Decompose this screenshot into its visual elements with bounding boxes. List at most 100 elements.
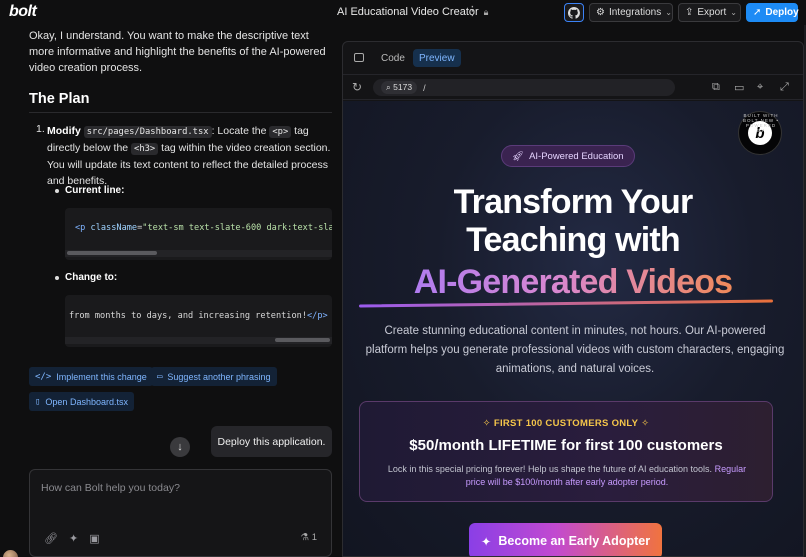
current-code-line: <p className="text-sm text-slate-600 dar… (75, 223, 332, 233)
education-pill: 🚀︎ AI-Powered Education (501, 145, 635, 167)
p-tag-code: <p> (269, 126, 292, 138)
device-toggle-icon[interactable]: ▭ (734, 81, 744, 94)
open-file-button[interactable]: ▯ Open Dashboard.tsx (29, 392, 134, 411)
rocket-icon: ➚ (753, 7, 762, 18)
fullscreen-icon[interactable]: ⤢ (780, 81, 789, 94)
attach-icon[interactable]: 🔗︎ (44, 532, 58, 545)
open-new-tab-icon[interactable]: ⧉ (712, 81, 720, 94)
open-file-label: Open Dashboard.tsx (45, 396, 128, 407)
top-bar: bolt AI Educational Video Creator 🔒︎ ⋮ ⚙… (0, 0, 806, 25)
bolt-badge-ring-text: BUILT WITH BOLT NEW • POWERED BY (743, 113, 779, 133)
integrations-button[interactable]: ⚙︎ Integrations ⌄ (589, 3, 673, 22)
more-options-icon[interactable]: ⋮ (466, 3, 479, 19)
reload-icon[interactable]: ↻ (352, 80, 362, 94)
implement-change-button[interactable]: </> Implement this change (29, 367, 153, 386)
bolt-badge[interactable]: b BUILT WITH BOLT NEW • POWERED BY (738, 111, 782, 155)
current-code-block: <p className="text-sm text-slate-600 dar… (65, 208, 332, 260)
h3-tag-code: <h3> (131, 143, 159, 155)
token-count: ⚗︎ 1 (301, 532, 317, 543)
current-line-bullet: Current line: (55, 185, 124, 196)
token-count-value: 1 (311, 532, 317, 543)
integrations-icon: ⚙︎ (596, 7, 605, 18)
offer-description: Lock in this special pricing forever! He… (378, 463, 756, 489)
offer-card: ✧ FIRST 100 CUSTOMERS ONLY ✧ $50/month L… (359, 401, 773, 502)
export-icon: ⇪ (685, 7, 694, 18)
inspect-icon[interactable]: ⌖ (757, 81, 763, 94)
sparkle-icon: ✦ (480, 534, 492, 549)
preview-site: b BUILT WITH BOLT NEW • POWERED BY 🚀︎ AI… (343, 101, 803, 556)
preview-panel: Code Preview ↻ ⌕ 5173 / ⧉ ▭ ⌖ ⤢ b BUILT … (342, 41, 804, 557)
plan-step: Modify src/pages/Dashboard.tsx: Locate t… (47, 123, 337, 189)
code-scrollbar[interactable] (67, 251, 157, 255)
chat-icon: ▭ (157, 371, 163, 382)
change-to-label: Change to: (65, 272, 118, 283)
code-scrollbar[interactable] (275, 338, 330, 342)
assistant-intro-text: Okay, I understand. You want to make the… (29, 30, 326, 74)
offer-kicker: ✧ FIRST 100 CUSTOMERS ONLY ✧ (360, 418, 772, 429)
prompt-input[interactable]: How can Bolt help you today? 🔗︎ ✦ ▣ ⚗︎ 1 (29, 469, 332, 557)
github-icon (568, 6, 580, 19)
divider (29, 112, 332, 113)
github-button[interactable] (564, 3, 584, 22)
plan-heading: The Plan (29, 91, 90, 107)
change-code-close: </p> (307, 311, 328, 321)
preview-url-bar: ↻ ⌕ 5173 / ⧉ ▭ ⌖ ⤢ (343, 74, 803, 100)
export-label: Export (697, 7, 727, 18)
arrow-down-icon: ↓ (177, 441, 183, 453)
input-toolbar: 🔗︎ ✦ ▣ (44, 532, 100, 545)
code-value: "text-sm text-slate-600 dark:text-slat (142, 223, 332, 233)
url-path: / (423, 82, 426, 93)
change-code-block: from months to days, and increasing rete… (65, 295, 332, 347)
code-icon: </> (35, 371, 52, 382)
change-code-text: from months to days, and increasing rete… (69, 311, 307, 321)
file-icon: ▯ (35, 396, 41, 407)
chat-panel: Okay, I understand. You want to make the… (0, 25, 342, 557)
deploy-label: Deploy (765, 7, 799, 18)
code-attr: className (90, 223, 138, 233)
chevron-down-icon: ⌄ (730, 8, 737, 17)
preview-tabs: Code Preview (343, 42, 803, 74)
offer-desc-main: Lock in this special pricing forever! He… (387, 464, 713, 474)
tab-preview[interactable]: Preview (413, 49, 461, 67)
chevron-down-icon: ⌄ (665, 8, 672, 17)
change-to-bullet: Change to: (55, 272, 117, 283)
hero-heading: Transform Your Teaching with (343, 183, 803, 259)
step-number: 1. (36, 123, 45, 135)
project-title-text: AI Educational Video Creator (337, 6, 479, 18)
scroll-down-button[interactable]: ↓ (170, 437, 190, 457)
bolt-logo[interactable]: bolt (9, 3, 37, 21)
sparkle-icon: ✧ (482, 418, 491, 429)
port-badge: ⌕ 5173 (381, 81, 418, 94)
search-icon: ⌕ (386, 82, 391, 92)
offer-kicker-text: FIRST 100 CUSTOMERS ONLY (493, 418, 639, 429)
hero-subtitle: Create stunning educational content in m… (365, 325, 785, 375)
export-button[interactable]: ⇪ Export ⌄ (678, 3, 741, 22)
tab-code[interactable]: Code (375, 49, 411, 67)
suggest-phrasing-button[interactable]: ▭ Suggest another phrasing (151, 367, 277, 386)
discuss-icon[interactable]: ▣ (89, 532, 99, 545)
hero-line-1: Transform Your (453, 183, 694, 221)
panel-toggle-icon[interactable] (354, 53, 364, 62)
step-modify-label: Modify (47, 125, 81, 137)
deploy-button[interactable]: ➚ Deploy (746, 3, 799, 22)
rocket-icon: 🚀︎ (512, 150, 525, 162)
offer-price: $50/month LIFETIME for first 100 custome… (409, 437, 723, 454)
url-field[interactable]: ⌕ 5173 / (373, 79, 675, 96)
current-line-label: Current line: (65, 185, 125, 196)
sparkle-icon: ✧ (641, 418, 650, 429)
integrations-label: Integrations (608, 7, 662, 18)
lock-icon: 🔒︎ (483, 6, 489, 17)
step-text-a: : Locate the (211, 125, 267, 137)
flask-icon: ⚗︎ (300, 532, 310, 543)
hero-line-2: Teaching with (466, 221, 681, 259)
cta-label: Become an Early Adopter (498, 534, 651, 548)
file-path-code: src/pages/Dashboard.tsx (83, 126, 212, 138)
early-adopter-button[interactable]: ✦ Become an Early Adopter (469, 523, 662, 556)
enhance-icon[interactable]: ✦ (69, 532, 78, 545)
port-number: 5173 (393, 82, 413, 92)
hero-gradient-line: AI-Generated Videos (343, 263, 803, 301)
pill-label: AI-Powered Education (529, 150, 624, 162)
implement-label: Implement this change (56, 371, 147, 382)
avatar[interactable] (3, 550, 18, 557)
code-open-tag: <p (75, 223, 91, 233)
